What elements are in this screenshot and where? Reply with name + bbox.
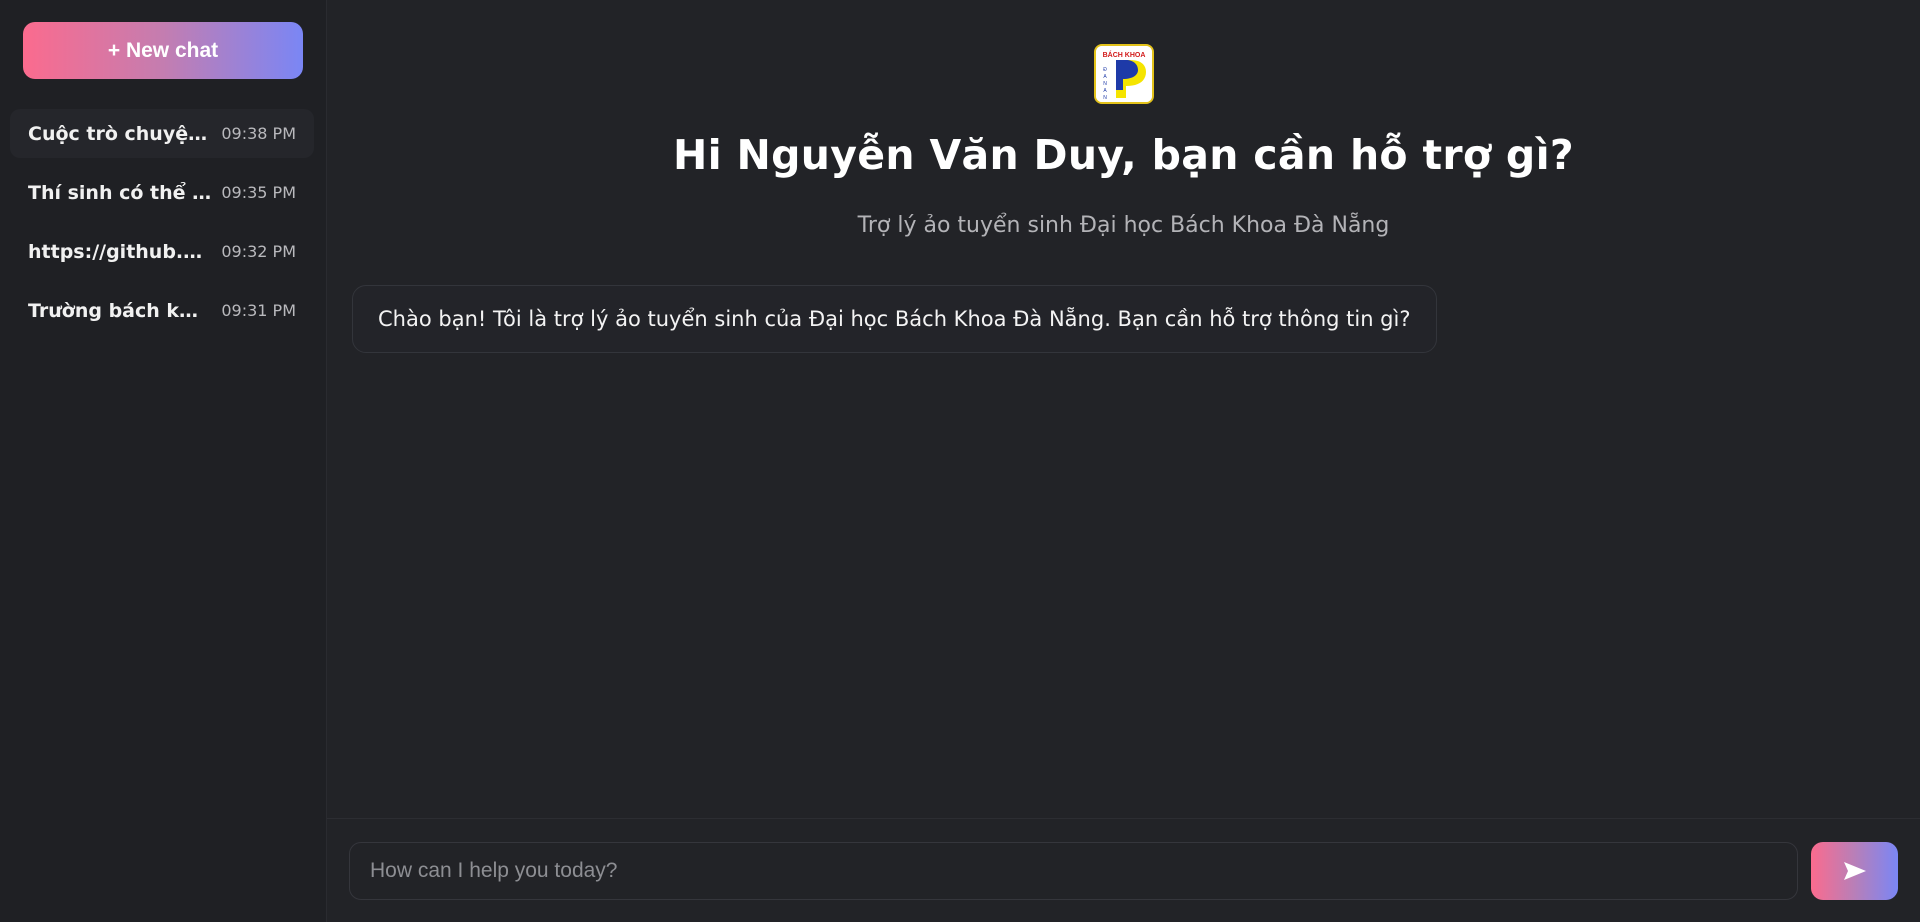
assistant-message: Chào bạn! Tôi là trợ lý ảo tuyển sinh củ… (352, 285, 1437, 353)
chat-history-item[interactable]: Cuộc trò chuyện m... 09:38 PM (10, 109, 314, 158)
sidebar: + New chat Cuộc trò chuyện m... 09:38 PM… (0, 0, 327, 922)
welcome-header: BÁCH KHOA Đ A N A N Hi Nguyễn Văn Duy, b… (327, 0, 1920, 238)
chat-history-list: Cuộc trò chuyện m... 09:38 PM Thí sinh c… (10, 109, 314, 335)
chat-history-time: 09:38 PM (221, 124, 296, 143)
svg-text:N: N (1103, 95, 1107, 101)
chat-history-time: 09:35 PM (221, 183, 296, 202)
bach-khoa-logo-icon: BÁCH KHOA Đ A N A N (1093, 44, 1154, 104)
new-chat-button[interactable]: + New chat (23, 22, 303, 79)
chat-history-title: https://github.co... (28, 240, 212, 263)
message-list: Chào bạn! Tôi là trợ lý ảo tuyển sinh củ… (327, 285, 1920, 353)
svg-text:Đ: Đ (1103, 67, 1107, 73)
chat-history-time: 09:31 PM (221, 301, 296, 320)
send-button[interactable] (1811, 841, 1898, 900)
chat-history-time: 09:32 PM (221, 242, 296, 261)
app: + New chat Cuộc trò chuyện m... 09:38 PM… (0, 0, 1920, 922)
chat-history-title: Trường bách khoa ... (28, 299, 211, 322)
chat-main: BÁCH KHOA Đ A N A N Hi Nguyễn Văn Duy, b… (327, 0, 1920, 922)
svg-text:N: N (1103, 81, 1107, 87)
composer (327, 818, 1920, 922)
chat-input[interactable] (349, 841, 1798, 900)
send-icon (1843, 861, 1866, 880)
logo-text: BÁCH KHOA (1102, 50, 1145, 59)
page-subtitle: Trợ lý ảo tuyển sinh Đại học Bách Khoa Đ… (857, 213, 1390, 238)
page-title: Hi Nguyễn Văn Duy, bạn cần hỗ trợ gì? (672, 131, 1575, 179)
chat-history-title: Cuộc trò chuyện m... (28, 122, 211, 145)
chat-history-title: Thí sinh có thể nộ... (28, 181, 211, 204)
chat-history-item[interactable]: Trường bách khoa ... 09:31 PM (10, 286, 314, 335)
chat-history-item[interactable]: https://github.co... 09:32 PM (10, 227, 314, 276)
chat-history-item[interactable]: Thí sinh có thể nộ... 09:35 PM (10, 168, 314, 217)
